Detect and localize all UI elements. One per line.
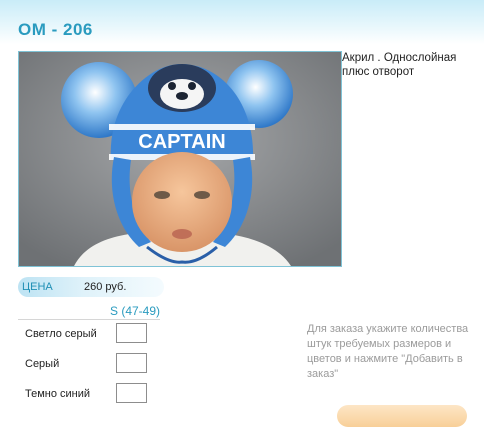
product-title: ОМ - 206 (18, 20, 93, 39)
color-row-navy: Темно синий (18, 383, 163, 405)
hat-lettering: CAPTAIN (138, 131, 225, 153)
price-label: ЦЕНА (22, 281, 53, 293)
color-row-light-gray: Светло серый (18, 323, 163, 345)
order-instructions: Для заказа укажите количества штук требу… (307, 323, 469, 380)
size-column-header: S (47-49) (110, 304, 161, 318)
product-description: Акрил . Однослойная плюс отворот (342, 52, 457, 78)
color-label: Темно синий (25, 388, 91, 400)
color-label: Серый (25, 358, 60, 370)
divider (18, 319, 160, 320)
price-value: 260 руб. (84, 281, 127, 293)
quantity-input-navy[interactable] (116, 383, 147, 403)
product-photo: CAPTAIN (18, 51, 342, 267)
quantity-input-light-gray[interactable] (116, 323, 147, 343)
color-label: Светло серый (25, 328, 97, 340)
color-row-gray: Серый (18, 353, 163, 375)
quantity-input-gray[interactable] (116, 353, 147, 373)
add-to-order-button[interactable] (337, 405, 467, 427)
